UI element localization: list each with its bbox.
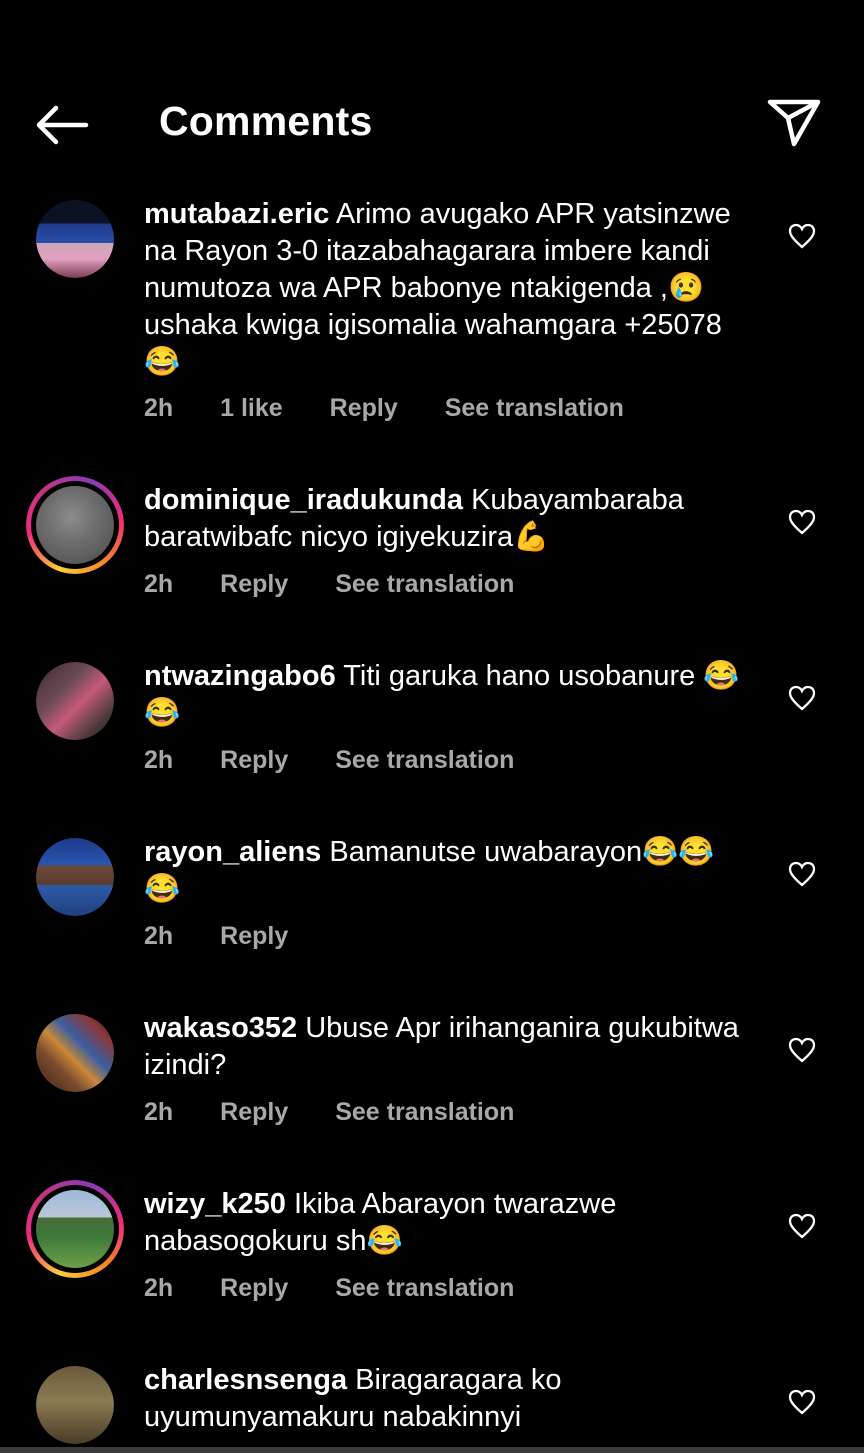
comment-meta: 2h Reply [144,922,328,951]
avatar[interactable] [36,1014,114,1092]
see-translation-button[interactable]: See translation [335,1098,514,1126]
comment-username[interactable]: ntwazingabo6 [144,660,336,692]
heart-icon[interactable] [788,1037,816,1063]
page-title: Comments [159,98,373,144]
comment-text: mutabazi.eric Arimo avugako APR yatsinzw… [144,196,744,381]
comment-meta: 2h 1 like Reply See translation [144,394,664,423]
comment-time: 2h [144,1098,174,1126]
comment-time: 2h [144,394,174,422]
comment-likes[interactable]: 1 like [220,394,283,422]
comment-username[interactable]: wakaso352 [144,1012,297,1044]
heart-icon[interactable] [788,223,816,249]
comment-meta: 2h Reply See translation [144,746,554,775]
comment-username[interactable]: mutabazi.eric [144,198,329,230]
comment-text: wakaso352 Ubuse Apr irihanganira gukubit… [144,1010,744,1084]
avatar[interactable] [36,838,114,916]
arrow-left-icon[interactable] [34,103,90,147]
comment-time: 2h [144,922,174,950]
heart-icon[interactable] [788,1213,816,1239]
nav-bar-divider [0,1447,864,1453]
reply-button[interactable]: Reply [220,1098,288,1126]
comment-username[interactable]: dominique_iradukunda [144,484,463,516]
paper-plane-icon[interactable] [766,98,822,148]
avatar[interactable] [26,1180,124,1278]
comments-header: Comments [0,0,864,190]
avatar[interactable] [36,200,114,278]
comment-text: rayon_aliens Bamanutse uwabarayon😂😂😂 [144,834,744,908]
heart-icon[interactable] [788,1389,816,1415]
see-translation-button[interactable]: See translation [445,394,624,422]
see-translation-button[interactable]: See translation [335,570,514,598]
avatar[interactable] [26,476,124,574]
comment-username[interactable]: wizy_k250 [144,1188,286,1220]
heart-icon[interactable] [788,685,816,711]
avatar[interactable] [36,662,114,740]
heart-icon[interactable] [788,509,816,535]
comment-username[interactable]: charlesnsenga [144,1364,347,1396]
comment-username[interactable]: rayon_aliens [144,836,321,868]
reply-button[interactable]: Reply [220,1274,288,1302]
heart-icon[interactable] [788,861,816,887]
comment-text: ntwazingabo6 Titi garuka hano usobanure … [144,658,744,732]
avatar[interactable] [36,1366,114,1444]
reply-button[interactable]: Reply [220,922,288,950]
reply-button[interactable]: Reply [330,394,398,422]
comment-text: charlesnsenga Biragaragara ko uyumunyama… [144,1362,744,1436]
comment-time: 2h [144,746,174,774]
comment-meta: 2h Reply See translation [144,1274,554,1303]
comment-time: 2h [144,1274,174,1302]
reply-button[interactable]: Reply [220,570,288,598]
comment-text: dominique_iradukunda Kubayambaraba barat… [144,482,744,556]
comment-meta: 2h Reply See translation [144,570,554,599]
reply-button[interactable]: Reply [220,746,288,774]
see-translation-button[interactable]: See translation [335,746,514,774]
comment-text: wizy_k250 Ikiba Abarayon twarazwe nabaso… [144,1186,744,1260]
comment-time: 2h [144,570,174,598]
comment-meta: 2h Reply See translation [144,1098,554,1127]
see-translation-button[interactable]: See translation [335,1274,514,1302]
